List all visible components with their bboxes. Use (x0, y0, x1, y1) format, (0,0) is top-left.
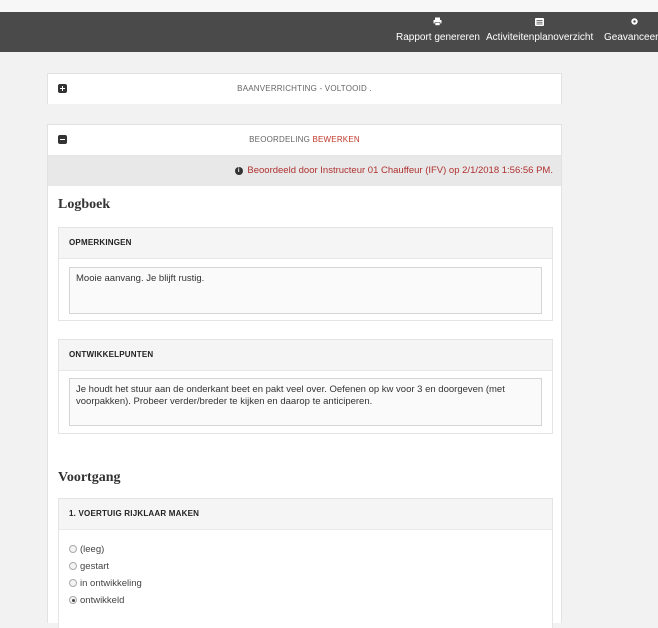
beoordeeld-notice: i Beoordeeld door Instructeur 01 Chauffe… (48, 156, 561, 186)
ontwikkelpunten-textarea[interactable]: Je houdt het stuur aan de onderkant beet… (69, 378, 542, 426)
baanverrichting-panel-header[interactable]: BAANVERRICHTING - VOLTOOID . (48, 74, 561, 104)
print-icon (396, 16, 480, 30)
info-icon: i (234, 167, 243, 175)
baanverrichting-panel: BAANVERRICHTING - VOLTOOID . (47, 73, 562, 104)
notice-text-wrap: i Beoordeeld door Instructeur 01 Chauffe… (234, 165, 553, 176)
opmerkingen-textarea[interactable]: Mooie aanvang. Je blijft rustig. (69, 267, 542, 314)
voortgang-heading: Voortgang (58, 470, 121, 485)
option-in-ontwikkeling[interactable]: in ontwikkeling (69, 577, 142, 591)
rapport-genereren-label: Rapport genereren (396, 32, 480, 43)
radio-ontwikkeld[interactable] (69, 596, 77, 604)
option-in-ontwikkeling-label: in ontwikkeling (80, 578, 142, 589)
beoordeling-panel-header[interactable]: BEOORDELING BEWERKEN (48, 125, 561, 156)
opmerkingen-card: OPMERKINGEN Mooie aanvang. Je blijft rus… (58, 227, 553, 321)
notice-text: Beoordeeld door Instructeur 01 Chauffeur… (247, 165, 553, 176)
rapport-genereren-button[interactable]: Rapport genereren (396, 16, 480, 43)
opmerkingen-header: OPMERKINGEN (59, 228, 552, 259)
top-navbar: Rapport genereren Activiteitenplanoverzi… (0, 12, 658, 52)
ontwikkelpunten-card: ONTWIKKELPUNTEN Je houdt het stuur aan d… (58, 339, 553, 434)
activiteitenplanoverzicht-label: Activiteitenplanoverzicht (486, 32, 594, 43)
list-icon (486, 16, 593, 30)
top-strip (0, 0, 658, 12)
option-leeg[interactable]: (leeg) (69, 543, 104, 557)
voertuig-rijklaar-card: 1. VOERTUIG RIJKLAAR MAKEN (leeg) gestar… (58, 498, 553, 628)
voertuig-rijklaar-header: 1. VOERTUIG RIJKLAAR MAKEN (59, 499, 552, 530)
activiteitenplanoverzicht-button[interactable]: Activiteitenplanoverzicht (486, 16, 593, 43)
option-ontwikkeld-label: ontwikkeld (80, 595, 125, 606)
option-gestart[interactable]: gestart (69, 560, 109, 574)
radio-in-ontwikkeling[interactable] (69, 579, 77, 587)
radio-leeg[interactable] (69, 545, 77, 553)
logboek-heading: Logboek (58, 197, 111, 212)
gear-icon (604, 16, 658, 30)
option-gestart-label: gestart (80, 561, 110, 572)
geavanceerd-label: Geavanceerd (604, 32, 658, 43)
option-ontwikkeld[interactable]: ontwikkeld (69, 594, 124, 608)
beoordeling-title-prefix: BEOORDELING (249, 135, 311, 144)
radio-gestart[interactable] (69, 562, 77, 570)
ontwikkelpunten-header: ONTWIKKELPUNTEN (59, 340, 552, 371)
geavanceerd-button[interactable]: Geavanceerd (604, 16, 658, 43)
option-leeg-label: (leeg) (80, 544, 105, 555)
bewerken-link[interactable]: BEWERKEN (312, 135, 359, 144)
beoordeling-title: BEOORDELING BEWERKEN (48, 125, 561, 155)
beoordeling-panel: BEOORDELING BEWERKEN i Beoordeeld door I… (47, 124, 562, 628)
baanverrichting-title: BAANVERRICHTING - VOLTOOID . (237, 84, 372, 93)
